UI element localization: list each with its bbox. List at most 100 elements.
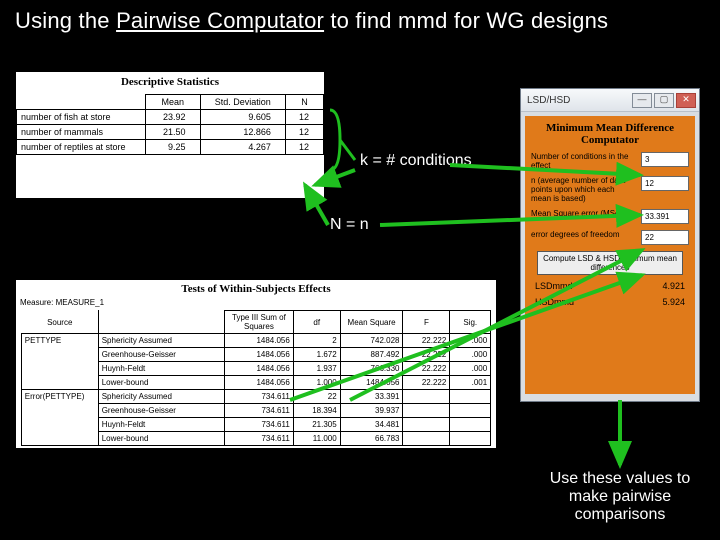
desc-header-n: N: [285, 95, 323, 110]
anova-r3-f: 22.222: [403, 376, 450, 390]
table-row: number of fish at store 23.92 9.605 12: [17, 110, 324, 125]
maximize-button[interactable]: ▢: [654, 93, 674, 108]
hsd-output-row: HSDmmd 5.924: [531, 297, 689, 307]
anova-title: Tests of Within-Subjects Effects: [16, 280, 496, 298]
desc-row1-label: number of mammals: [17, 125, 146, 140]
bottom-note: Use these values to make pairwise compar…: [530, 470, 710, 524]
anova-r3-src: [21, 376, 98, 390]
anova-r1-ms: 887.492: [340, 348, 403, 362]
anova-h3: df: [293, 311, 340, 334]
anova-r2-ms: 766.330: [340, 362, 403, 376]
anova-h0: Source: [21, 311, 98, 334]
dferr-input[interactable]: [641, 230, 689, 245]
annotation-n: N = n: [330, 216, 369, 234]
desc-row0-sd: 9.605: [200, 110, 285, 125]
anova-r6-ss: 734.611: [225, 418, 294, 432]
row-k: Number of conditions in the effect: [531, 152, 689, 170]
anova-r5-src: [21, 404, 98, 418]
anova-r3-assump: Lower-bound: [98, 376, 224, 390]
anova-h2: Type III Sum of Squares: [225, 311, 294, 334]
compute-button[interactable]: Compute LSD & HSD minimum mean differenc…: [537, 251, 683, 275]
anova-r5-sig: [450, 404, 491, 418]
anova-r0-ss: 1484.056: [225, 334, 294, 348]
anova-r3-df: 1.000: [293, 376, 340, 390]
mse-input[interactable]: [641, 209, 689, 224]
slide: Using the Pairwise Computator to find mm…: [0, 0, 720, 540]
table-row: PETTYPE Sphericity Assumed 1484.056 2 74…: [21, 334, 490, 348]
table-row: Greenhouse-Geisser 734.611 18.394 39.937: [21, 404, 490, 418]
table-row: Lower-bound 734.611 11.000 66.783: [21, 432, 490, 446]
desc-row2-n: 12: [285, 140, 323, 155]
anova-r2-src: [21, 362, 98, 376]
anova-r6-sig: [450, 418, 491, 432]
anova-r1-ss: 1484.056: [225, 348, 294, 362]
descriptive-stats-title: Descriptive Statistics: [16, 72, 324, 94]
anova-r1-src: [21, 348, 98, 362]
anova-r1-assump: Greenhouse-Geisser: [98, 348, 224, 362]
mse-label: Mean Square error (MSe): [531, 209, 631, 218]
anova-h1: [98, 311, 224, 334]
k-label: Number of conditions in the effect: [531, 152, 631, 170]
table-row: Greenhouse-Geisser 1484.056 1.672 887.49…: [21, 348, 490, 362]
anova-r4-ss: 734.611: [225, 390, 294, 404]
anova-r0-df: 2: [293, 334, 340, 348]
anova-r7-df: 11.000: [293, 432, 340, 446]
anova-r2-ss: 1484.056: [225, 362, 294, 376]
anova-r7-src: [21, 432, 98, 446]
anova-r6-src: [21, 418, 98, 432]
anova-r4-assump: Sphericity Assumed: [98, 390, 224, 404]
table-row: Error(PETTYPE) Sphericity Assumed 734.61…: [21, 390, 490, 404]
lsd-value: 4.921: [662, 281, 685, 291]
anova-r6-assump: Huynh-Feldt: [98, 418, 224, 432]
anova-table: Source Type III Sum of Squares df Mean S…: [21, 310, 491, 446]
slide-title: Using the Pairwise Computator to find mm…: [15, 8, 608, 34]
anova-r5-f: [403, 404, 450, 418]
desc-row0-n: 12: [285, 110, 323, 125]
table-row: number of mammals 21.50 12.866 12: [17, 125, 324, 140]
title-underline: Pairwise Computator: [116, 8, 324, 33]
anova-r7-ss: 734.611: [225, 432, 294, 446]
row-n: n (average number of data points upon wh…: [531, 176, 689, 203]
lsd-label: LSDmmd: [535, 281, 573, 291]
computator-titlebar[interactable]: LSD/HSD — ▢ ✕: [521, 89, 699, 112]
anova-r4-src: Error(PETTYPE): [21, 390, 98, 404]
n-input[interactable]: [641, 176, 689, 191]
anova-r6-df: 21.305: [293, 418, 340, 432]
row-dferr: error degrees of freedom: [531, 230, 689, 245]
computator-body: Minimum Mean Difference Computator Numbe…: [525, 116, 695, 394]
anova-r2-sig: .000: [450, 362, 491, 376]
desc-row2-sd: 4.267: [200, 140, 285, 155]
anova-r2-df: 1.937: [293, 362, 340, 376]
hsd-label: HSDmmd: [535, 297, 574, 307]
anova-r0-ms: 742.028: [340, 334, 403, 348]
anova-r2-assump: Huynh-Feldt: [98, 362, 224, 376]
anova-r7-assump: Lower-bound: [98, 432, 224, 446]
anova-r6-f: [403, 418, 450, 432]
anova-r5-ms: 39.937: [340, 404, 403, 418]
desc-row0-mean: 23.92: [146, 110, 201, 125]
desc-header-mean: Mean: [146, 95, 201, 110]
title-pre: Using the: [15, 8, 116, 33]
close-button[interactable]: ✕: [676, 93, 696, 108]
row-mse: Mean Square error (MSe): [531, 209, 689, 224]
window-buttons: — ▢ ✕: [632, 93, 696, 108]
minimize-button[interactable]: —: [632, 93, 652, 108]
table-row: Huynh-Feldt 1484.056 1.937 766.330 22.22…: [21, 362, 490, 376]
descriptive-stats-block: Descriptive Statistics Mean Std. Deviati…: [16, 72, 324, 198]
anova-r7-sig: [450, 432, 491, 446]
table-row: Lower-bound 1484.056 1.000 1484.056 22.2…: [21, 376, 490, 390]
anova-r3-ss: 1484.056: [225, 376, 294, 390]
anova-r3-sig: .001: [450, 376, 491, 390]
anova-r7-ms: 66.783: [340, 432, 403, 446]
desc-row1-mean: 21.50: [146, 125, 201, 140]
k-input[interactable]: [641, 152, 689, 167]
anova-r2-f: 22.222: [403, 362, 450, 376]
anova-r4-f: [403, 390, 450, 404]
title-post: to find mmd for WG designs: [324, 8, 608, 33]
annotation-k: k = # conditions: [360, 152, 472, 170]
desc-row2-mean: 9.25: [146, 140, 201, 155]
anova-h6: Sig.: [450, 311, 491, 334]
descriptive-stats-table: Mean Std. Deviation N number of fish at …: [16, 94, 324, 155]
desc-row1-n: 12: [285, 125, 323, 140]
anova-r4-ms: 33.391: [340, 390, 403, 404]
